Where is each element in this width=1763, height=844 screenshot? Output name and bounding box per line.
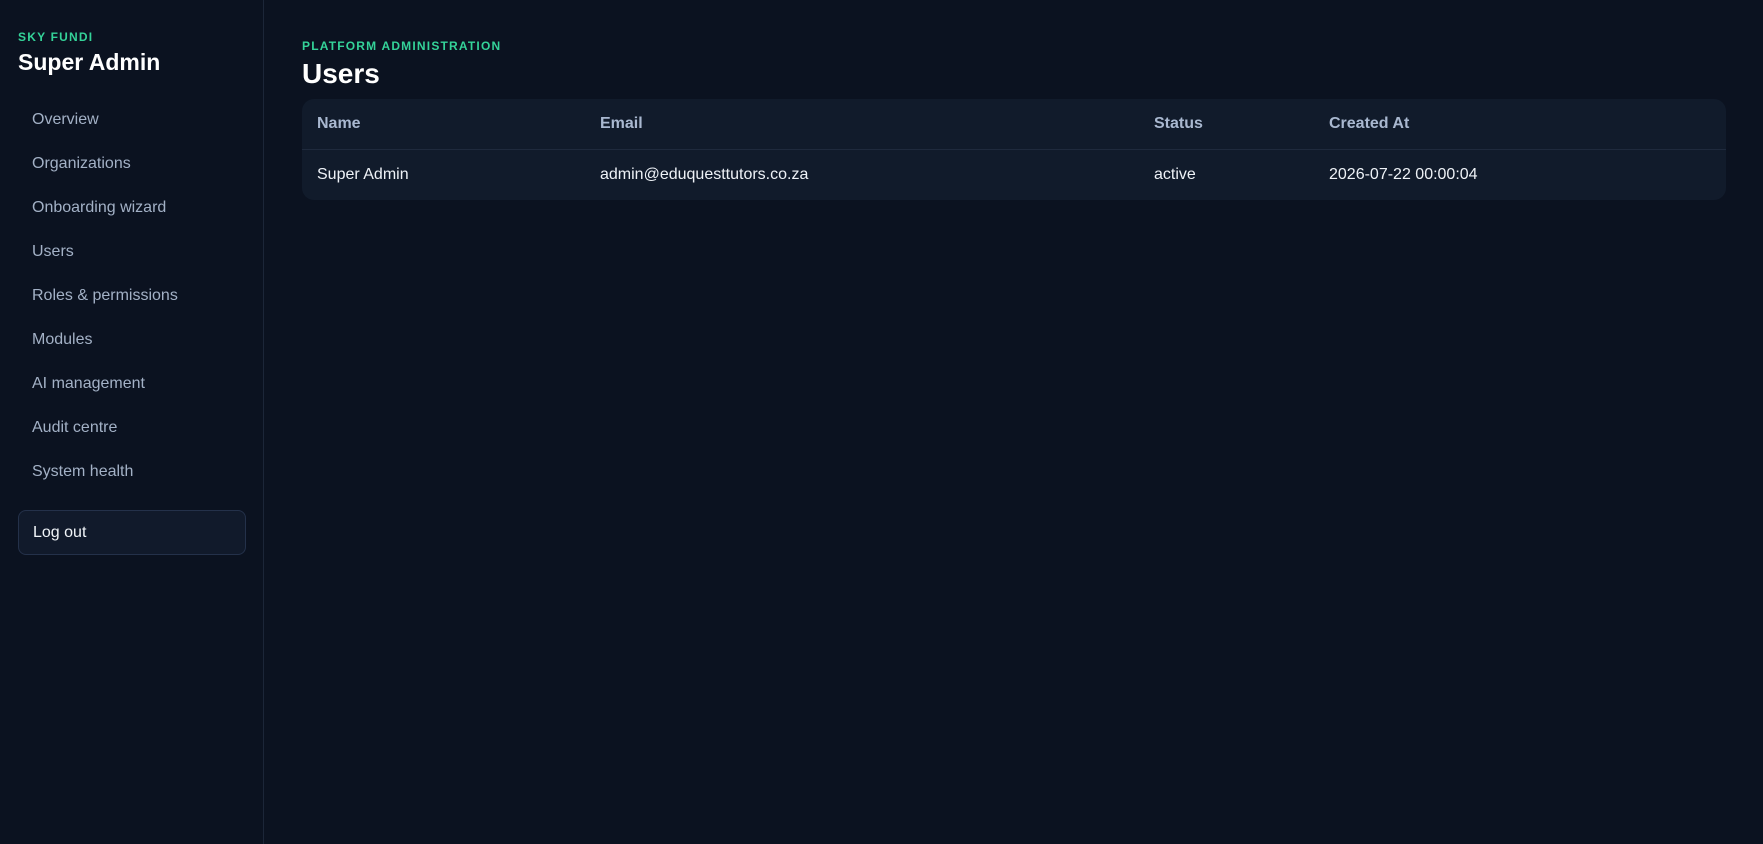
brand-title: Super Admin — [18, 49, 161, 75]
column-header-created-at: Created At — [1314, 99, 1726, 150]
sidebar-item-users[interactable]: Users — [18, 230, 245, 274]
app-shell: SKY FUNDI Super Admin Overview Organizat… — [0, 0, 1763, 844]
sidebar-item-organizations[interactable]: Organizations — [18, 142, 245, 186]
sidebar-nav: Overview Organizations Onboarding wizard… — [18, 98, 245, 494]
cell-status: active — [1154, 166, 1196, 183]
cell-created-at: 2026-07-22 00:00:04 — [1329, 166, 1478, 183]
table-row[interactable]: Super Admin admin@eduquesttutors.co.za a… — [302, 150, 1726, 201]
cell-email: admin@eduquesttutors.co.za — [600, 166, 809, 183]
sidebar-item-system-health[interactable]: System health — [18, 450, 245, 494]
cell-name: Super Admin — [317, 166, 409, 183]
users-table: Name Email Status Created At Super Admin… — [302, 99, 1726, 200]
sidebar-item-roles-permissions[interactable]: Roles & permissions — [18, 274, 245, 318]
main-content: PLATFORM ADMINISTRATION Users Name Email… — [264, 0, 1763, 844]
sidebar-item-modules[interactable]: Modules — [18, 318, 245, 362]
column-header-status: Status — [1139, 99, 1314, 150]
sidebar: SKY FUNDI Super Admin Overview Organizat… — [0, 0, 264, 844]
sidebar-item-overview[interactable]: Overview — [18, 98, 245, 142]
sidebar-item-audit-centre[interactable]: Audit centre — [18, 406, 245, 450]
sidebar-item-ai-management[interactable]: AI management — [18, 362, 245, 406]
users-table-card: Name Email Status Created At Super Admin… — [302, 99, 1726, 200]
page-eyebrow: PLATFORM ADMINISTRATION — [302, 39, 502, 53]
column-header-email: Email — [585, 99, 1139, 150]
brand-eyebrow: SKY FUNDI — [18, 30, 94, 44]
column-header-name: Name — [302, 99, 585, 150]
page-title: Users — [302, 58, 380, 89]
table-header-row: Name Email Status Created At — [302, 99, 1726, 150]
logout-button[interactable]: Log out — [18, 510, 246, 555]
sidebar-item-onboarding-wizard[interactable]: Onboarding wizard — [18, 186, 245, 230]
